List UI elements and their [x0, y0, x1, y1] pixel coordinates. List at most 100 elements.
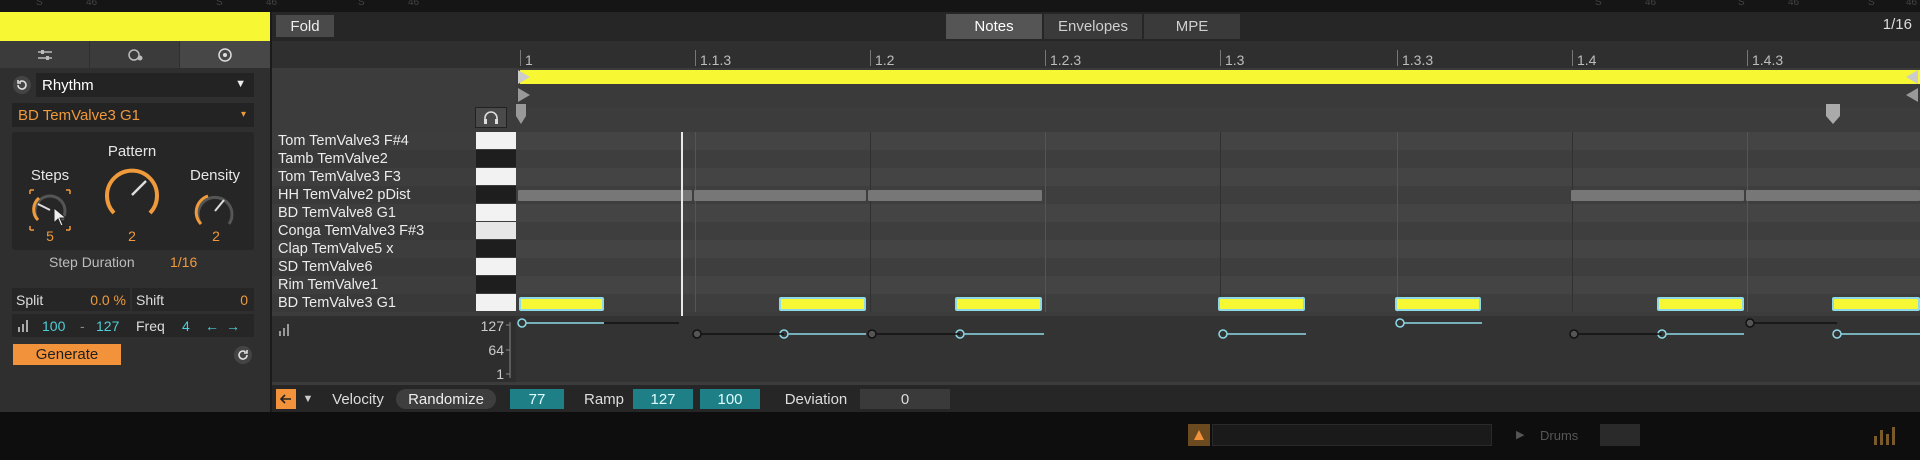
footer-meter	[1600, 424, 1640, 446]
grid-line	[1045, 132, 1046, 312]
fold-button[interactable]: Fold	[276, 15, 334, 37]
tab-notes[interactable]: Notes	[946, 14, 1042, 39]
tab-mpe[interactable]: MPE	[1144, 14, 1240, 39]
randomize-button[interactable]: Randomize	[396, 389, 496, 409]
target-lane-select[interactable]: BD TemValve3 G1 ▾	[12, 103, 254, 127]
velocity-bars-icon	[279, 324, 289, 336]
freq-value[interactable]: 4	[182, 316, 190, 336]
loop-brace[interactable]	[520, 70, 1920, 84]
pattern-knob[interactable]	[100, 163, 164, 227]
grid-line	[695, 132, 696, 312]
grid-line	[1220, 132, 1221, 312]
grid-line	[1747, 132, 1748, 312]
target-lane-value: BD TemValve3 G1	[18, 106, 140, 124]
pattern-label: Pattern	[107, 143, 157, 160]
ruler-label: 1.4	[1577, 52, 1597, 68]
bd-note[interactable]	[955, 297, 1042, 311]
arrow-right-icon[interactable]: →	[226, 316, 240, 336]
bd-note[interactable]	[1395, 297, 1481, 311]
arrow-left-icon[interactable]: ←	[205, 316, 219, 336]
ramp-start[interactable]: 127	[633, 389, 693, 409]
split-label: Split	[16, 292, 44, 308]
mixer-icon	[37, 49, 52, 60]
note-lane[interactable]	[516, 168, 1920, 186]
piano-key[interactable]	[476, 222, 516, 239]
chevron-down-icon[interactable]: ▼	[300, 389, 316, 409]
piano-key[interactable]	[476, 168, 516, 185]
note-lane[interactable]	[516, 276, 1920, 294]
bd-note[interactable]	[1832, 297, 1920, 311]
lane-name[interactable]: BD TemValve8 G1	[272, 204, 476, 222]
start-marker[interactable]	[518, 88, 530, 102]
macro-icon-tab[interactable]	[90, 41, 179, 68]
lane-name[interactable]: Tom TemValve3 F3	[272, 168, 476, 186]
velocity-stems[interactable]	[504, 316, 1920, 382]
density-value: 2	[212, 228, 220, 244]
piano-key[interactable]	[476, 132, 516, 149]
ruler-label: 1	[525, 52, 533, 68]
ramp-end[interactable]: 100	[700, 389, 760, 409]
note-lane[interactable]	[516, 240, 1920, 258]
generator-select[interactable]: Rhythm ▼	[36, 73, 254, 97]
mixer-icon-tab[interactable]	[0, 41, 89, 68]
note-lane[interactable]	[516, 258, 1920, 276]
piano-key[interactable]	[476, 186, 516, 203]
loop-end-marker[interactable]	[1906, 70, 1918, 84]
lane-name[interactable]: Clap TemValve5 x	[272, 240, 476, 258]
hh-note[interactable]	[518, 190, 692, 201]
bd-note[interactable]	[779, 297, 866, 311]
hh-note[interactable]	[1571, 190, 1744, 201]
grid-resolution[interactable]: 1/16	[1840, 16, 1912, 38]
piano-key[interactable]	[476, 150, 516, 167]
headphones-icon	[484, 110, 498, 124]
note-lane[interactable]	[516, 204, 1920, 222]
velocity-tool-toggle[interactable]	[276, 389, 296, 409]
note-lane[interactable]	[516, 150, 1920, 168]
top-strip-label: S	[1738, 0, 1745, 8]
top-strip-label: 46	[1906, 0, 1918, 8]
piano-key[interactable]	[476, 294, 516, 311]
lane-name[interactable]: Tamb TemValve2	[272, 150, 476, 168]
note-lane[interactable]	[516, 222, 1920, 240]
deviation-value[interactable]: 0	[860, 389, 950, 409]
range-separator: -	[80, 318, 85, 334]
groove-icon-tab[interactable]	[180, 41, 270, 68]
lane-name[interactable]: Rim TemValve1	[272, 276, 476, 294]
hh-note[interactable]	[694, 190, 866, 201]
velocity-high-value[interactable]: 127	[96, 316, 119, 336]
lane-name[interactable]: BD TemValve3 G1	[272, 294, 476, 312]
bd-note[interactable]	[1657, 297, 1744, 311]
hh-note[interactable]	[1746, 190, 1920, 201]
lane-name[interactable]: HH TemValve2 pDist	[272, 186, 476, 204]
note-lane[interactable]	[516, 132, 1920, 150]
refresh-icon[interactable]	[233, 345, 253, 365]
lane-name[interactable]: Conga TemValve3 F#3	[272, 222, 476, 240]
tab-envelopes[interactable]: Envelopes	[1044, 14, 1142, 39]
end-marker[interactable]	[1906, 88, 1918, 102]
piano-key[interactable]	[476, 276, 516, 293]
step-duration-value[interactable]: 1/16	[170, 252, 197, 272]
preview-headphones-button[interactable]	[475, 107, 507, 128]
deviation-label: Deviation	[784, 390, 848, 408]
lane-name[interactable]: Tom TemValve3 F#4	[272, 132, 476, 150]
generate-button[interactable]: Generate	[13, 344, 121, 365]
velocity-axis-label: 127	[480, 318, 504, 334]
randomize-amount[interactable]: 77	[510, 389, 564, 409]
piano-key[interactable]	[476, 240, 516, 257]
ruler-label: 1.3.3	[1402, 52, 1434, 68]
bd-note[interactable]	[519, 297, 604, 311]
top-strip-label: S	[216, 0, 223, 8]
warning-icon[interactable]	[1188, 424, 1210, 446]
piano-key[interactable]	[476, 204, 516, 221]
top-strip-label: 46	[408, 0, 420, 8]
hh-note[interactable]	[868, 190, 1042, 201]
overview-strip[interactable]	[1212, 424, 1492, 446]
loop-start-marker[interactable]	[518, 70, 530, 84]
lane-name[interactable]: SD TemValve6	[272, 258, 476, 276]
play-icon[interactable]: ▶	[1516, 428, 1526, 442]
bd-note[interactable]	[1218, 297, 1305, 311]
clip-color-bar[interactable]	[0, 12, 270, 41]
reset-icon[interactable]	[12, 75, 32, 95]
velocity-low-value[interactable]: 100	[42, 316, 65, 336]
piano-key[interactable]	[476, 258, 516, 275]
